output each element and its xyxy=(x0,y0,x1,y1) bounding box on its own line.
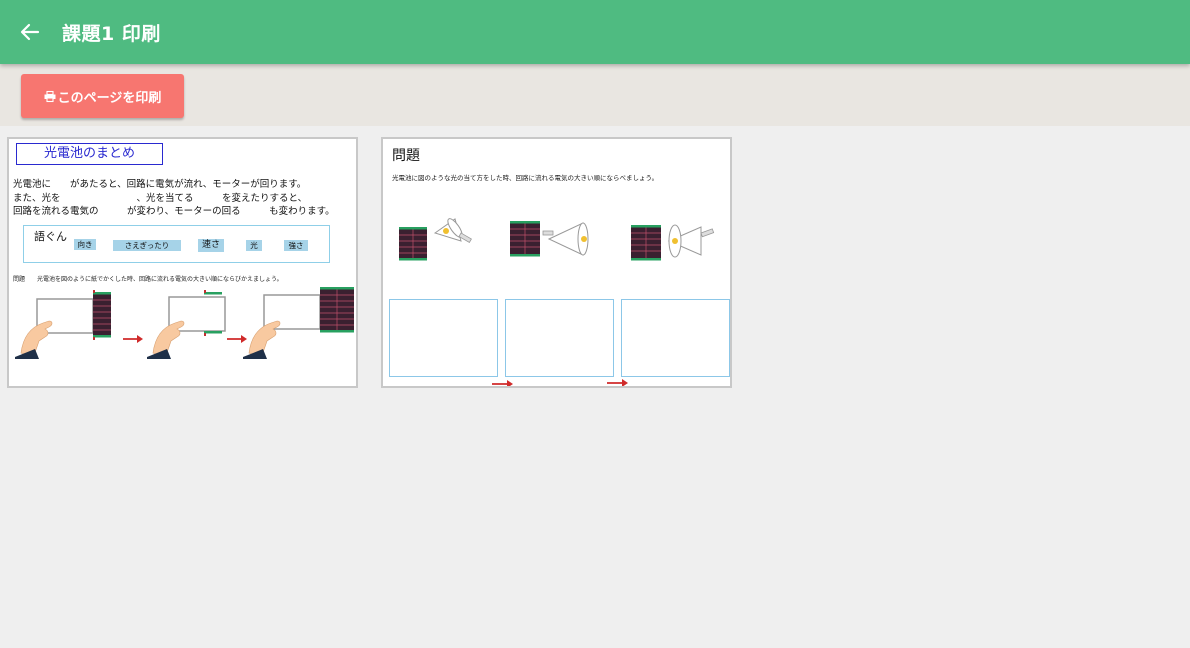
hand-covering-panel-illustration xyxy=(15,287,354,359)
app-bar: 課題1 印刷 xyxy=(0,0,1190,64)
page-title: 課題1 印刷 xyxy=(62,23,161,45)
summary-question: 問題 光電池を図のように紙でかくした時、回路に流れる電気の大きい順にならびかえま… xyxy=(13,276,283,283)
vocab-word: さえぎったり xyxy=(113,240,181,251)
answer-box-2[interactable] xyxy=(505,299,614,377)
vocab-word: 向き xyxy=(74,239,96,250)
vocab-word: 光 xyxy=(246,240,262,251)
vocab-box: 語ぐん 向き さえぎったり 速さ 光 強さ xyxy=(23,225,330,263)
problem-text: 光電池に図のような光の当て方をした時、回路に流れる電気の大きい順にならべましょう… xyxy=(392,174,659,182)
worksheet-problem-page[interactable]: 問題 光電池に図のような光の当て方をした時、回路に流れる電気の大きい順にならべま… xyxy=(381,137,732,388)
summary-title: 光電池のまとめ xyxy=(16,143,163,165)
problem-title: 問題 xyxy=(392,148,420,164)
summary-line-1: 光電池に があたると、回路に電気が流れ、モーターが回ります。 xyxy=(13,179,307,190)
printer-icon xyxy=(44,90,56,102)
answer-box-3[interactable] xyxy=(621,299,730,377)
light-angle-illustration xyxy=(399,218,715,261)
vocab-word: 速さ xyxy=(198,239,224,252)
answer-box-1[interactable] xyxy=(389,299,498,377)
print-button-label: このページを印刷 xyxy=(57,90,162,106)
back-arrow-icon[interactable] xyxy=(16,18,44,46)
vocab-word: 強さ xyxy=(284,240,308,251)
summary-line-2: また、光を 、光を当てる を変えたりすると、 xyxy=(13,193,308,204)
toolbar: このページを印刷 xyxy=(0,64,1190,126)
vocab-label: 語ぐん xyxy=(34,230,67,243)
order-arrow-icon xyxy=(607,379,628,386)
summary-line-3: 回路を流れる電気の が変わり、モーターの回る も変わります。 xyxy=(13,206,335,217)
print-page-button[interactable]: このページを印刷 xyxy=(21,74,184,118)
order-arrow-icon xyxy=(492,380,513,386)
worksheet-summary-page[interactable]: 光電池のまとめ 光電池に があたると、回路に電気が流れ、モーターが回ります。 ま… xyxy=(7,137,358,388)
